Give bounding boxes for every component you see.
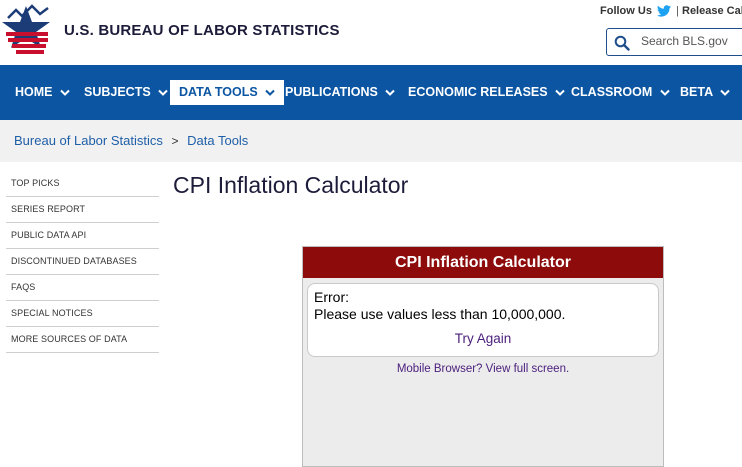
sidebar: TOP PICKS SERIES REPORT PUBLIC DATA API … xyxy=(6,171,159,353)
search-input[interactable] xyxy=(639,33,742,49)
error-message: Please use values less than 10,000,000. xyxy=(314,306,566,322)
chevron-down-icon xyxy=(660,89,670,96)
breadcrumb: Bureau of Labor Statistics > Data Tools xyxy=(14,133,248,148)
sidebar-item-faqs[interactable]: FAQS xyxy=(6,275,159,301)
sidebar-item-more-sources[interactable]: MORE SOURCES OF DATA xyxy=(6,327,159,353)
nav-subjects[interactable]: SUBJECTS xyxy=(75,80,177,105)
search-box[interactable] xyxy=(606,28,742,56)
twitter-icon[interactable] xyxy=(657,5,672,17)
error-box: Error: Please use values less than 10,00… xyxy=(307,283,659,357)
calculator-panel: CPI Inflation Calculator Error: Please u… xyxy=(302,246,664,467)
sidebar-item-top-picks[interactable]: TOP PICKS xyxy=(6,171,159,197)
breadcrumb-data-tools[interactable]: Data Tools xyxy=(187,133,248,148)
nav-classroom[interactable]: CLASSROOM xyxy=(562,80,679,105)
follow-bar: Follow Us | Release Cale xyxy=(600,5,742,17)
error-label: Error: xyxy=(314,289,349,305)
breadcrumb-bar: Bureau of Labor Statistics > Data Tools xyxy=(0,120,742,162)
follow-us-label[interactable]: Follow Us xyxy=(600,5,652,17)
calculator-header: CPI Inflation Calculator xyxy=(303,247,663,278)
page-title: CPI Inflation Calculator xyxy=(173,172,409,198)
chevron-down-icon xyxy=(385,89,396,96)
nav-publications[interactable]: PUBLICATIONS xyxy=(276,80,404,105)
breadcrumb-bls[interactable]: Bureau of Labor Statistics xyxy=(14,133,163,148)
sidebar-item-public-data-api[interactable]: PUBLIC DATA API xyxy=(6,223,159,249)
site-header: U.S. BUREAU OF LABOR STATISTICS Follow U… xyxy=(0,0,742,65)
nav-home[interactable]: HOME xyxy=(6,80,79,105)
chevron-down-icon xyxy=(265,89,275,96)
chevron-down-icon xyxy=(60,89,70,96)
sidebar-item-special-notices[interactable]: SPECIAL NOTICES xyxy=(6,301,159,327)
follow-separator: | xyxy=(676,5,679,17)
release-calendar-link[interactable]: Release Cale xyxy=(682,5,742,17)
breadcrumb-separator: > xyxy=(171,134,179,148)
search-icon[interactable] xyxy=(614,35,630,51)
nav-beta-label: BETA xyxy=(680,85,713,99)
nav-subjects-label: SUBJECTS xyxy=(84,85,151,99)
nav-classroom-label: CLASSROOM xyxy=(571,85,653,99)
nav-economic-releases-label: ECONOMIC RELEASES xyxy=(408,85,548,99)
agency-name[interactable]: U.S. BUREAU OF LABOR STATISTICS xyxy=(64,22,340,39)
chevron-down-icon xyxy=(158,89,168,96)
main-nav: HOME SUBJECTS DATA TOOLS PUBLICATIONS EC… xyxy=(0,65,742,120)
bls-logo-icon[interactable] xyxy=(2,4,52,60)
nav-data-tools[interactable]: DATA TOOLS xyxy=(170,80,285,105)
chevron-down-icon xyxy=(720,89,730,96)
mobile-full-screen-link[interactable]: Mobile Browser? View full screen. xyxy=(303,363,663,375)
sidebar-item-series-report[interactable]: SERIES REPORT xyxy=(6,197,159,223)
nav-beta[interactable]: BETA xyxy=(671,80,739,105)
sidebar-item-discontinued-databases[interactable]: DISCONTINUED DATABASES xyxy=(6,249,159,275)
nav-home-label: HOME xyxy=(15,85,53,99)
try-again-link[interactable]: Try Again xyxy=(308,331,658,346)
nav-economic-releases[interactable]: ECONOMIC RELEASES xyxy=(399,80,574,105)
nav-data-tools-label: DATA TOOLS xyxy=(179,85,258,99)
nav-publications-label: PUBLICATIONS xyxy=(285,85,378,99)
